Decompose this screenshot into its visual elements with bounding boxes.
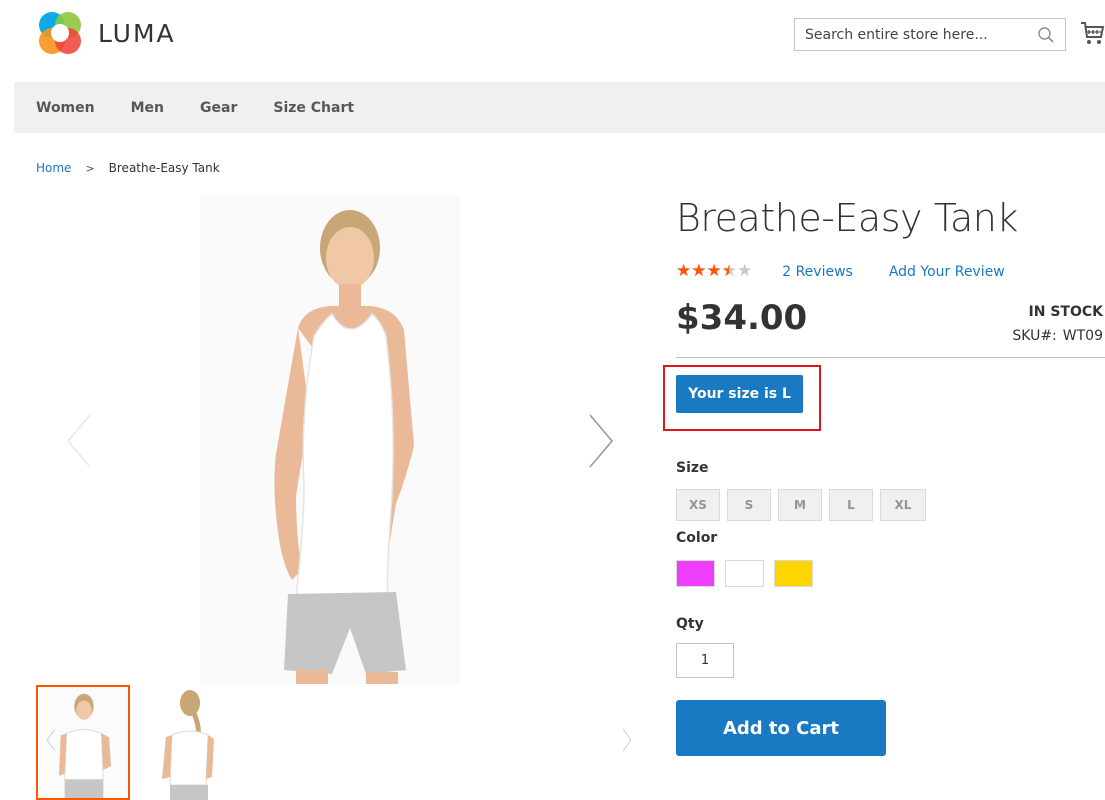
color-option-yellow[interactable]	[774, 560, 813, 587]
gallery-next-arrow[interactable]	[586, 413, 616, 469]
reviews-link[interactable]: 2 Reviews	[782, 264, 853, 280]
size-option-l[interactable]: L	[829, 489, 873, 521]
thumbnail-back-image	[140, 685, 234, 800]
product-sku: SKU#: WT09	[1012, 328, 1103, 344]
product-title: Breathe-Easy Tank	[676, 196, 1018, 240]
nav-item-gear[interactable]: Gear	[200, 100, 237, 116]
reviews-count: 2	[782, 263, 792, 280]
product-price: $34.00	[676, 298, 808, 338]
luma-logo[interactable]: LUMA	[36, 9, 176, 57]
stock-status: IN STOCK	[1028, 304, 1103, 320]
logo-text: LUMA	[98, 18, 176, 48]
size-recommendation-button[interactable]: Your size is L	[676, 375, 803, 413]
reviews-label: Reviews	[795, 263, 853, 280]
luma-logo-icon	[39, 12, 81, 54]
size-options: XS S M L XL	[676, 489, 933, 521]
qty-label: Qty	[676, 616, 704, 632]
breadcrumb-home[interactable]: Home	[36, 161, 71, 175]
product-main-image[interactable]	[200, 196, 460, 684]
nav-item-men[interactable]: Men	[131, 100, 164, 116]
qty-input[interactable]	[676, 643, 734, 678]
product-rating: ★★★★★ ★★★★★ 2 Reviews Add Your Review	[676, 263, 1005, 280]
breadcrumb-current: Breathe-Easy Tank	[108, 161, 220, 175]
rating-stars-icon: ★★★★★ ★★★★★	[676, 263, 752, 280]
search-input[interactable]	[795, 19, 1025, 50]
color-options	[676, 560, 823, 587]
breadcrumb-separator: >	[85, 161, 95, 175]
thumbnails-prev-arrow[interactable]	[46, 728, 56, 752]
sku-value: WT09	[1062, 328, 1103, 344]
color-label: Color	[676, 530, 718, 546]
size-option-s[interactable]: S	[727, 489, 771, 521]
add-to-cart-button[interactable]: Add to Cart	[676, 700, 886, 756]
nav-item-women[interactable]: Women	[36, 100, 95, 116]
thumbnails-next-arrow[interactable]	[622, 728, 632, 752]
sku-label: SKU#:	[1012, 328, 1057, 344]
breadcrumb: Home > Breathe-Easy Tank	[36, 161, 220, 175]
color-option-pink[interactable]	[676, 560, 715, 587]
search-icon[interactable]	[1037, 26, 1055, 44]
size-option-xl[interactable]: XL	[880, 489, 926, 521]
size-option-m[interactable]: M	[778, 489, 822, 521]
rating-stars-filled: ★★★★★	[676, 263, 729, 280]
search-box[interactable]	[794, 18, 1066, 51]
nav-item-size-chart[interactable]: Size Chart	[273, 100, 354, 116]
divider	[676, 357, 1105, 358]
cart-icon[interactable]	[1080, 20, 1105, 46]
add-review-link[interactable]: Add Your Review	[889, 264, 1005, 280]
color-option-white[interactable]	[725, 560, 764, 587]
size-option-xs[interactable]: XS	[676, 489, 720, 521]
thumbnail-back[interactable]	[140, 685, 234, 800]
size-label: Size	[676, 460, 709, 476]
main-nav: Women Men Gear Size Chart	[14, 82, 1105, 133]
gallery-prev-arrow[interactable]	[64, 413, 94, 469]
